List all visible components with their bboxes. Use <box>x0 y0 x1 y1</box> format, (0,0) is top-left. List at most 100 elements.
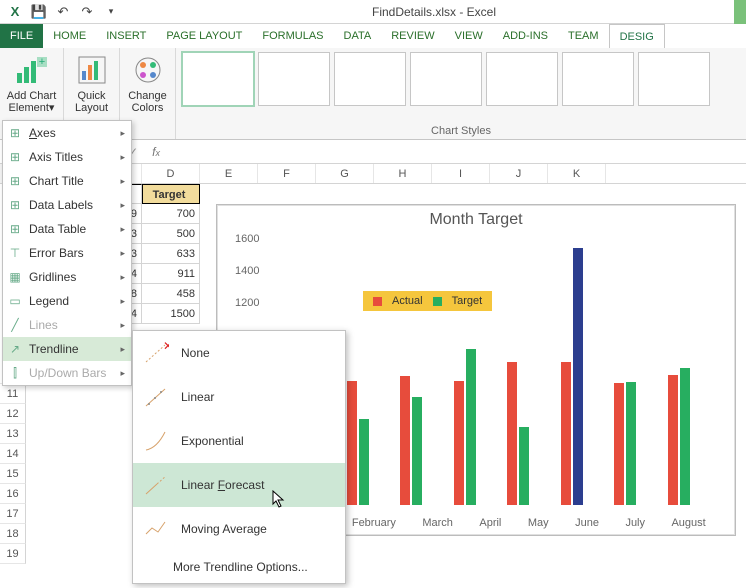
tab-file[interactable]: FILE <box>0 24 43 48</box>
col-head-k[interactable]: K <box>548 164 606 183</box>
cell-target-5[interactable]: 1500 <box>142 304 200 324</box>
menu-axis-titles[interactable]: ⊞Axis Titles <box>3 145 131 169</box>
trendline-exponential[interactable]: Exponential <box>133 419 345 463</box>
tab-insert[interactable]: INSERT <box>96 24 156 48</box>
linear-forecast-icon <box>143 472 169 498</box>
chart-style-3[interactable] <box>334 52 406 106</box>
tab-team[interactable]: TEAM <box>558 24 609 48</box>
cell-target-2[interactable]: 633 <box>142 244 200 264</box>
fx-label[interactable]: fx <box>144 145 168 159</box>
bar-actual-july[interactable] <box>614 383 624 505</box>
x-label-march: March <box>422 517 453 529</box>
menu-gridlines[interactable]: ▦Gridlines <box>3 265 131 289</box>
bar-actual-february[interactable] <box>347 381 357 505</box>
change-colors-label: Change Colors <box>119 90 177 114</box>
menu-trendline[interactable]: ↗Trendline <box>3 337 131 361</box>
bar-target-may[interactable] <box>519 427 529 505</box>
row-head-12[interactable]: 12 <box>0 404 26 424</box>
save-icon[interactable]: 💾 <box>28 1 50 23</box>
row-head-17[interactable]: 17 <box>0 504 26 524</box>
menu-error-bars[interactable]: ⊤Error Bars <box>3 241 131 265</box>
cell-target-4[interactable]: 458 <box>142 284 200 304</box>
bar-actual-may[interactable] <box>507 362 517 506</box>
chart-style-2[interactable] <box>258 52 330 106</box>
trendline-moving-average[interactable]: Moving Average <box>133 507 345 551</box>
add-chart-element-label: Add Chart Element▾ <box>3 90 61 114</box>
bar-actual-june[interactable] <box>561 362 571 505</box>
add-chart-element-button[interactable]: + Add Chart Element▾ <box>3 52 61 114</box>
svg-text:+: + <box>38 56 44 68</box>
trendline-none[interactable]: ✕ None <box>133 331 345 375</box>
legend-icon: ▭ <box>7 293 23 309</box>
add-chart-element-icon: + <box>14 52 50 88</box>
cell-target-1[interactable]: 500 <box>142 224 200 244</box>
cursor-icon <box>272 490 286 511</box>
trendline-linear-forecast[interactable]: Linear Forecast <box>133 463 345 507</box>
col-head-g[interactable]: G <box>316 164 374 183</box>
menu-chart-title[interactable]: ⊞Chart Title <box>3 169 131 193</box>
col-head-i[interactable]: I <box>432 164 490 183</box>
col-head-f[interactable]: F <box>258 164 316 183</box>
menu-data-labels[interactable]: ⊞Data Labels <box>3 193 131 217</box>
row-head-11[interactable]: 11 <box>0 384 26 404</box>
x-label-june: June <box>575 517 599 529</box>
menu-axes[interactable]: ⊞Axes <box>3 121 131 145</box>
bar-actual-april[interactable] <box>454 381 464 505</box>
tab-view[interactable]: VIEW <box>445 24 493 48</box>
error-bars-icon: ⊤ <box>7 245 23 261</box>
row-head-19[interactable]: 19 <box>0 544 26 564</box>
cell-target-3[interactable]: 911 <box>142 264 200 284</box>
row-head-13[interactable]: 13 <box>0 424 26 444</box>
col-head-h[interactable]: H <box>374 164 432 183</box>
chart-style-7[interactable] <box>638 52 710 106</box>
bar-target-march[interactable] <box>412 397 422 505</box>
chart-style-6[interactable] <box>562 52 634 106</box>
undo-icon[interactable]: ↶ <box>52 1 74 23</box>
linear-icon <box>143 384 169 410</box>
col-head-d[interactable]: D <box>142 164 200 183</box>
row-head-14[interactable]: 14 <box>0 444 26 464</box>
bar-target-august[interactable] <box>680 368 690 505</box>
redo-icon[interactable]: ↷ <box>76 1 98 23</box>
quick-layout-button[interactable]: Quick Layout <box>63 52 121 114</box>
tab-formulas[interactable]: FORMULAS <box>252 24 333 48</box>
row-head-15[interactable]: 15 <box>0 464 26 484</box>
chart-style-1[interactable] <box>182 52 254 106</box>
qat-customize-icon[interactable]: ▾ <box>100 1 122 23</box>
tab-review[interactable]: REVIEW <box>381 24 444 48</box>
menu-updown-bars: ⫿Up/Down Bars <box>3 361 131 385</box>
quick-layout-icon <box>74 52 110 88</box>
chart-style-5[interactable] <box>486 52 558 106</box>
chart-style-4[interactable] <box>410 52 482 106</box>
bar-target-june[interactable] <box>573 248 583 505</box>
bar-target-february[interactable] <box>359 419 369 505</box>
bar-target-april[interactable] <box>466 349 476 505</box>
cell-target-header[interactable]: Target <box>142 184 200 204</box>
tab-home[interactable]: HOME <box>43 24 96 48</box>
tab-design[interactable]: DESIG <box>609 24 665 48</box>
svg-text:✕: ✕ <box>163 340 169 353</box>
tab-page-layout[interactable]: PAGE LAYOUT <box>156 24 252 48</box>
change-colors-button[interactable]: Change Colors <box>119 52 177 114</box>
cell-target-0[interactable]: 700 <box>142 204 200 224</box>
col-head-e[interactable]: E <box>200 164 258 183</box>
window-title: FindDetails.xlsx - Excel <box>122 5 746 19</box>
trendline-linear[interactable]: Linear <box>133 375 345 419</box>
ribbon-tabs: FILE HOME INSERT PAGE LAYOUT FORMULAS DA… <box>0 24 746 48</box>
bar-actual-august[interactable] <box>668 375 678 505</box>
tab-addins[interactable]: ADD-INS <box>493 24 558 48</box>
row-head-18[interactable]: 18 <box>0 524 26 544</box>
row-head-16[interactable]: 16 <box>0 484 26 504</box>
y-tick-1400: 1400 <box>235 265 259 277</box>
bar-actual-march[interactable] <box>400 376 410 505</box>
tab-data[interactable]: DATA <box>334 24 382 48</box>
updown-icon: ⫿ <box>7 365 23 381</box>
chart-styles-gallery[interactable] <box>176 48 746 110</box>
col-head-j[interactable]: J <box>490 164 548 183</box>
chart-title[interactable]: Month Target <box>217 205 735 231</box>
data-labels-icon: ⊞ <box>7 197 23 213</box>
trendline-more-options[interactable]: More Trendline Options... <box>133 551 345 583</box>
menu-legend[interactable]: ▭Legend <box>3 289 131 313</box>
menu-data-table[interactable]: ⊞Data Table <box>3 217 131 241</box>
bar-target-july[interactable] <box>626 382 636 505</box>
